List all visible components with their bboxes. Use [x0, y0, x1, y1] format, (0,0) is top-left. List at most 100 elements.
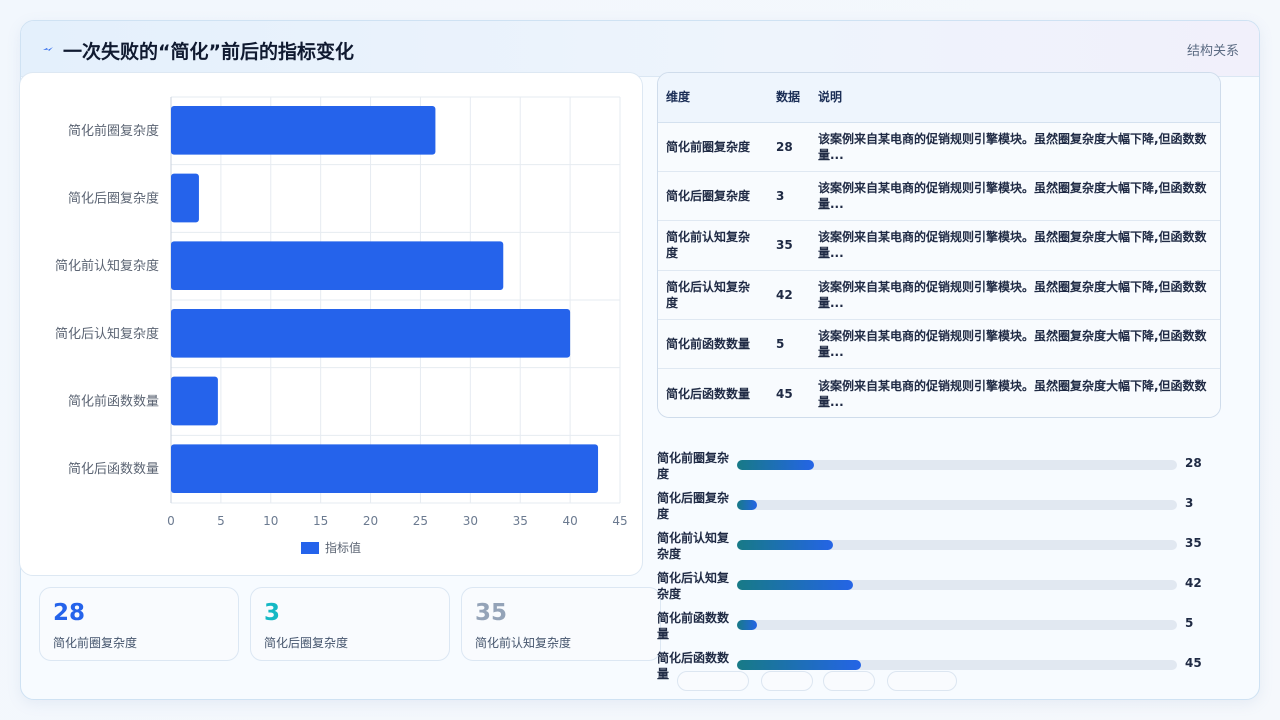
bar-chart: 简化前圈复杂度简化后圈复杂度简化前认知复杂度简化后认知复杂度简化前函数数量简化后… [55, 96, 628, 555]
table-header-value: 数据 [768, 73, 810, 123]
table-cell-dimension: 简化前圈复杂度 [658, 122, 768, 172]
x-tick-label: 10 [263, 514, 278, 528]
x-tick-label: 35 [513, 514, 528, 528]
category-label: 简化后圈复杂度 [68, 191, 159, 207]
progress-value: 42 [1185, 576, 1202, 590]
x-tick-label: 30 [463, 514, 478, 528]
table-row: 简化后圈复杂度 3 该案例来自某电商的促销规则引擎模块。虽然圈复杂度大幅下降,但函数… [658, 171, 1220, 222]
progress-track [737, 540, 1177, 550]
table-cell-description: 该案例来自某电商的促销规则引擎模块。虽然圈复杂度大幅下降,但函数数量... [810, 122, 1220, 172]
progress-row: 简化后认知复杂度 42 [657, 570, 1221, 606]
progress-fill [737, 580, 853, 590]
table-cell-value: 5 [768, 319, 810, 370]
table-cell-dimension: 简化后认知复杂度 [658, 270, 768, 321]
filter-pill[interactable] [761, 671, 813, 691]
progress-row: 简化前圈复杂度 28 [657, 450, 1221, 486]
progress-value: 28 [1185, 456, 1202, 470]
progress-value: 5 [1185, 616, 1194, 630]
progress-track [737, 580, 1177, 590]
progress-track [737, 660, 1177, 670]
bar [171, 444, 599, 493]
bar [171, 173, 199, 223]
filter-pills [657, 671, 1221, 691]
bar [171, 309, 571, 358]
progress-label: 简化前函数数量 [657, 611, 730, 641]
progress-track [737, 460, 1177, 470]
filter-pill[interactable] [677, 671, 749, 691]
stat-value: 3 [264, 600, 281, 626]
progress-row: 简化前函数数量 5 [657, 610, 1221, 646]
bar [171, 106, 436, 155]
x-tick-label: 40 [562, 514, 577, 528]
table-cell-dimension: 简化前认知复杂度 [658, 220, 768, 271]
stat-value: 35 [475, 600, 508, 626]
stat-card: 28 简化前圈复杂度 [39, 587, 239, 661]
legend-label: 指标值 [325, 540, 361, 555]
stat-label: 简化前认知复杂度 [475, 636, 572, 650]
progress-row: 简化后圈复杂度 3 [657, 490, 1221, 526]
lightning-icon [43, 47, 53, 51]
bar [171, 241, 504, 290]
stat-value: 28 [53, 600, 86, 626]
table-cell-description: 该案例来自某电商的促销规则引擎模块。虽然圈复杂度大幅下降,但函数数量... [810, 220, 1220, 271]
category-label: 简化前函数数量 [68, 394, 159, 410]
x-tick-label: 5 [217, 514, 225, 528]
progress-fill [737, 540, 834, 550]
category-label: 简化后函数数量 [68, 461, 159, 477]
structure-link[interactable]: 结构关系 [1187, 40, 1239, 59]
table-cell-description: 该案例来自某电商的促销规则引擎模块。虽然圈复杂度大幅下降,但函数数量... [810, 368, 1220, 417]
table-cell-description: 该案例来自某电商的促销规则引擎模块。虽然圈复杂度大幅下降,但函数数量... [810, 319, 1220, 370]
table-row: 简化前函数数量 5 该案例来自某电商的促销规则引擎模块。虽然圈复杂度大幅下降,但函数… [658, 319, 1220, 370]
page-title: 一次失败的“简化”前后的指标变化 [63, 41, 354, 63]
progress-value: 3 [1185, 496, 1194, 510]
filter-pill[interactable] [887, 671, 957, 691]
progress-track [737, 500, 1177, 510]
bar-chart-card: 简化前圈复杂度 简化后圈复杂度简化前认知复杂度 简化后认知复杂度简化前函数数量 简化后… [19, 72, 643, 576]
table-header-dimension: 维度 [658, 73, 768, 123]
category-label: 简化前圈复杂度 [68, 123, 159, 139]
x-tick-label: 15 [313, 514, 328, 528]
x-tick-label: 20 [363, 514, 378, 528]
table-cell-value: 3 [768, 171, 810, 222]
stat-label: 简化后圈复杂度 [264, 636, 349, 650]
table-row: 简化前认知复杂度 35 该案例来自某电商的促销规则引擎模块。虽然圈复杂度大幅下降,但… [658, 220, 1220, 271]
table-cell-dimension: 简化后圈复杂度 [658, 171, 768, 222]
progress-fill [737, 500, 757, 510]
table-cell-description: 该案例来自某电商的促销规则引擎模块。虽然圈复杂度大幅下降,但函数数量... [810, 171, 1220, 222]
progress-track [737, 620, 1177, 630]
header-bar: 一次失败的“简化”前后的指标变化 结构关系 [21, 21, 1259, 77]
table-row: 简化后函数数量 45 该案例来自某电商的促销规则引擎模块。虽然圈复杂度大幅下降,但函… [658, 368, 1220, 417]
x-tick-label: 45 [612, 514, 627, 528]
progress-row: 简化前认知复杂度 35 [657, 530, 1221, 566]
category-label: 简化前认知复杂度 [55, 258, 159, 274]
progress-label: 简化前认知复杂度 [657, 531, 730, 561]
table-cell-value: 35 [768, 220, 810, 271]
data-table-card: 维度 数据 说明 简化前圈复杂度 28 该案例来自某电商的促销规则引擎模块。虽然圈复… [657, 72, 1221, 418]
table-row: 简化前圈复杂度 28 该案例来自某电商的促销规则引擎模块。虽然圈复杂度大幅下降,但函… [658, 122, 1220, 172]
table-row: 简化后认知复杂度 42 该案例来自某电商的促销规则引擎模块。虽然圈复杂度大幅下降,但… [658, 270, 1220, 321]
table-cell-dimension: 简化后函数数量 [658, 368, 768, 417]
table-cell-value: 28 [768, 122, 810, 172]
table-cell-value: 45 [768, 368, 810, 417]
data-table: 维度 数据 说明 简化前圈复杂度 28 该案例来自某电商的促销规则引擎模块。虽然圈复… [658, 73, 1220, 417]
bar [171, 376, 218, 426]
progress-label: 简化后圈复杂度 [657, 491, 730, 521]
table-cell-dimension: 简化前函数数量 [658, 319, 768, 370]
stat-label: 简化前圈复杂度 [53, 636, 138, 650]
progress-label: 简化后认知复杂度 [657, 571, 730, 601]
progress-fill [737, 620, 757, 630]
x-tick-label: 25 [413, 514, 428, 528]
table-header-row: 维度 数据 说明 [658, 73, 1220, 123]
category-label: 简化后认知复杂度 [55, 326, 159, 342]
progress-fill [737, 660, 861, 670]
legend-swatch [301, 542, 319, 554]
table-header-description: 说明 [810, 73, 1220, 123]
progress-value: 35 [1185, 536, 1202, 550]
filter-pill[interactable] [823, 671, 875, 691]
progress-label: 简化前圈复杂度 [657, 451, 730, 481]
progress-fill [737, 460, 814, 470]
stat-card: 35 简化前认知复杂度 [461, 587, 661, 661]
stat-card: 3 简化后圈复杂度 [250, 587, 450, 661]
x-tick-label: 0 [167, 514, 175, 528]
progress-value: 45 [1185, 656, 1202, 670]
